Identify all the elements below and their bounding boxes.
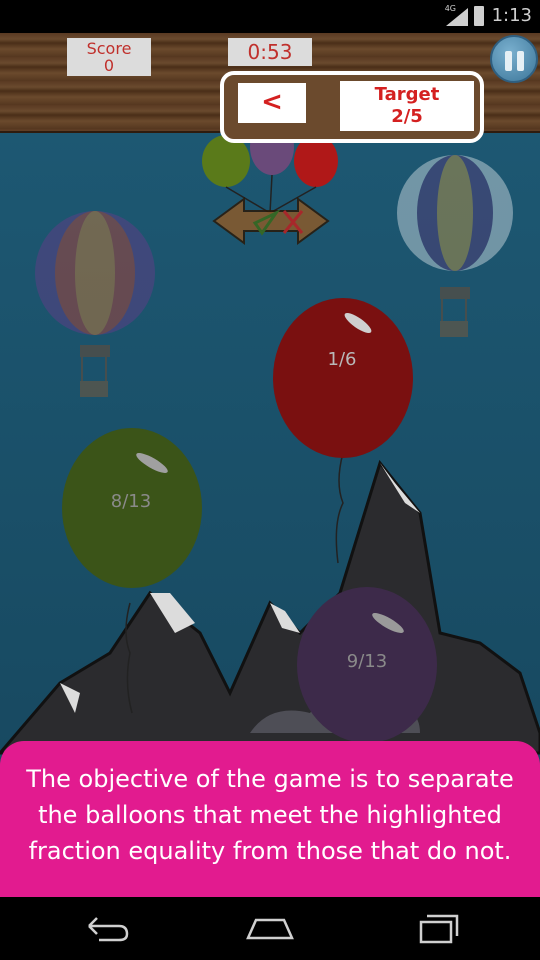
hint-panel[interactable]: The objective of the game is to separate… [0,741,540,897]
pause-icon [505,51,512,71]
battery-icon [474,6,484,26]
score-value: 0 [103,56,115,75]
target-panel: < Target 2/5 [220,71,484,143]
back-nav-icon[interactable] [75,912,135,946]
back-button[interactable]: < [238,83,306,123]
recents-nav-icon[interactable] [405,912,465,946]
target-label: Target [374,84,440,105]
target-box: Target 2/5 [340,81,474,131]
signal-icon [446,8,468,26]
status-time: 1:13 [491,5,532,26]
timer: 0:53 [228,38,312,66]
hot-air-balloon-right [397,155,513,337]
home-nav-icon[interactable] [240,912,300,946]
score-label: Score [86,39,132,58]
target-fraction: 2/5 [391,106,423,127]
balloon-9-13-label: 9/13 [347,651,387,672]
game-area: 1/6 8/13 9/13 Score 0 0:53 < Target 2/5 … [0,33,540,897]
status-bar: 4G 1:13 [0,0,540,33]
score-box: Score 0 [67,38,151,76]
balloon-1-6-label: 1/6 [328,349,357,370]
nav-bar [0,897,540,960]
hint-text: The objective of the game is to separate… [26,765,514,865]
hot-air-balloon-left [35,211,155,397]
balloon-8-13-label: 8/13 [111,491,151,512]
balloon-9-13[interactable]: 9/13 [297,587,437,743]
pause-button[interactable] [490,35,538,83]
pause-icon-bar [517,51,524,71]
